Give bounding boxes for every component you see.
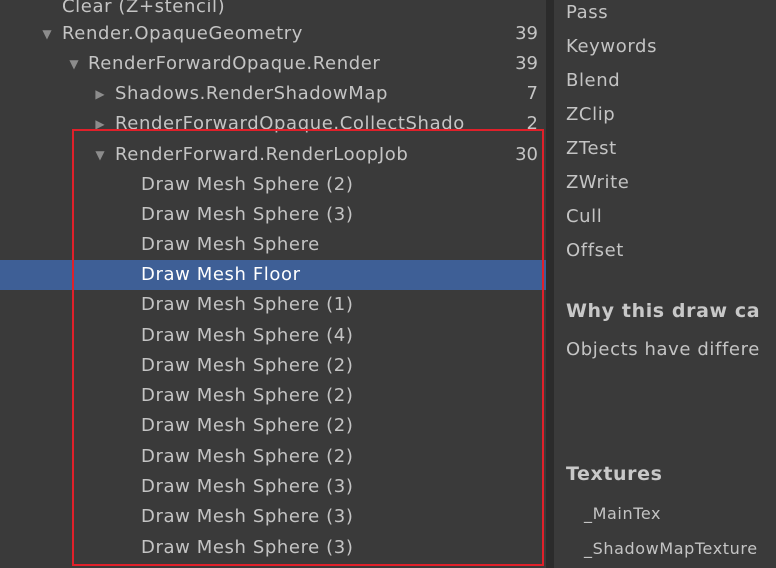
expand-arrow-icon[interactable]: ▼ <box>40 19 54 49</box>
property-zclip: ZClip <box>566 104 616 125</box>
tree-item-count: 7 <box>526 83 538 104</box>
property-keywords: Keywords <box>566 36 658 57</box>
tree-item-label: Draw Mesh Sphere (2) <box>141 385 354 406</box>
frame-event-tree[interactable]: Clear (Z+stencil) ▼ Render.OpaqueGeometr… <box>0 0 546 568</box>
collapse-arrow-icon[interactable]: ▶ <box>93 109 107 139</box>
tree-item-draw-mesh[interactable]: Draw Mesh Sphere (3) <box>0 472 546 502</box>
tree-item-draw-mesh[interactable]: Draw Mesh Sphere (2) <box>0 442 546 472</box>
tree-item-label: Draw Mesh Sphere <box>141 234 320 255</box>
tree-item-label: RenderForwardOpaque.Render <box>88 53 381 74</box>
tree-item-count: 30 <box>515 144 538 165</box>
tree-item-draw-mesh[interactable]: Draw Mesh Sphere (2) <box>0 351 546 381</box>
tree-item-label: Draw Mesh Sphere (3) <box>141 476 354 497</box>
tree-item-label: RenderForward.RenderLoopJob <box>115 144 409 165</box>
tree-item-draw-mesh[interactable]: Draw Mesh Sphere (3) <box>0 533 546 563</box>
property-ztest: ZTest <box>566 138 617 159</box>
tree-item-shadows-rendershadowmap[interactable]: ▶ Shadows.RenderShadowMap 7 <box>0 79 546 109</box>
property-pass: Pass <box>566 2 609 23</box>
tree-item-label: Draw Mesh Sphere (2) <box>141 355 354 376</box>
tree-item-draw-mesh[interactable]: Draw Mesh Sphere (2) <box>0 411 546 441</box>
tree-item-draw-mesh[interactable]: Draw Mesh Sphere (2) <box>0 170 546 200</box>
tree-item-count: 39 <box>515 23 538 44</box>
tree-item-draw-mesh[interactable]: Draw Mesh Sphere <box>0 230 546 260</box>
collapse-arrow-icon[interactable]: ▶ <box>93 79 107 109</box>
tree-item-count: 39 <box>515 53 538 74</box>
tree-item-render-opaque-geometry[interactable]: ▼ Render.OpaqueGeometry 39 <box>0 19 546 49</box>
why-draw-call-heading: Why this draw ca <box>566 300 761 322</box>
tree-item-label: RenderForwardOpaque.CollectShado <box>115 113 465 134</box>
texture-shadowmaptexture: _ShadowMapTexture <box>584 539 758 558</box>
tree-item-label: Shadows.RenderShadowMap <box>115 83 389 104</box>
tree-item-draw-mesh[interactable]: Draw Mesh Sphere (3) <box>0 502 546 532</box>
tree-item-label: Draw Mesh Sphere (2) <box>141 446 354 467</box>
tree-item-draw-mesh-selected[interactable]: Draw Mesh Floor <box>0 260 546 290</box>
tree-item-label: Draw Mesh Sphere (4) <box>141 325 354 346</box>
tree-item-count: 2 <box>526 113 538 134</box>
tree-item-label: Render.OpaqueGeometry <box>62 23 304 44</box>
draw-call-details-panel: Pass Keywords Blend ZClip ZTest ZWrite C… <box>554 0 776 568</box>
tree-item-draw-mesh[interactable]: Draw Mesh Sphere (3) <box>0 200 546 230</box>
why-draw-call-text: Objects have differe <box>566 339 760 360</box>
tree-item-draw-mesh[interactable]: Draw Mesh Sphere (1) <box>0 290 546 320</box>
tree-item-draw-mesh[interactable]: Draw Mesh Sphere (4) <box>0 321 546 351</box>
property-blend: Blend <box>566 70 621 91</box>
tree-item-draw-mesh[interactable]: Draw Mesh Sphere (2) <box>0 381 546 411</box>
tree-item-label: Draw Mesh Sphere (3) <box>141 204 354 225</box>
expand-arrow-icon[interactable]: ▼ <box>93 140 107 170</box>
property-zwrite: ZWrite <box>566 172 630 193</box>
tree-item-renderforwardopaque-render[interactable]: ▼ RenderForwardOpaque.Render 39 <box>0 49 546 79</box>
texture-maintex: _MainTex <box>584 504 662 523</box>
property-cull: Cull <box>566 206 603 227</box>
tree-item-collectshadows[interactable]: ▶ RenderForwardOpaque.CollectShado 2 <box>0 109 546 139</box>
tree-item-label: Draw Mesh Floor <box>141 264 301 285</box>
pane-splitter[interactable] <box>546 0 554 568</box>
tree-item-label: Draw Mesh Sphere (2) <box>141 415 354 436</box>
property-offset: Offset <box>566 240 624 261</box>
textures-heading: Textures <box>566 463 663 485</box>
tree-item-label: Draw Mesh Sphere (3) <box>141 537 354 558</box>
tree-item-renderloopjob[interactable]: ▼ RenderForward.RenderLoopJob 30 <box>0 140 546 170</box>
tree-item-label: Draw Mesh Sphere (1) <box>141 294 354 315</box>
expand-arrow-icon[interactable]: ▼ <box>67 49 81 79</box>
tree-item-label: Draw Mesh Sphere (3) <box>141 506 354 527</box>
tree-item-label: Draw Mesh Sphere (2) <box>141 174 354 195</box>
